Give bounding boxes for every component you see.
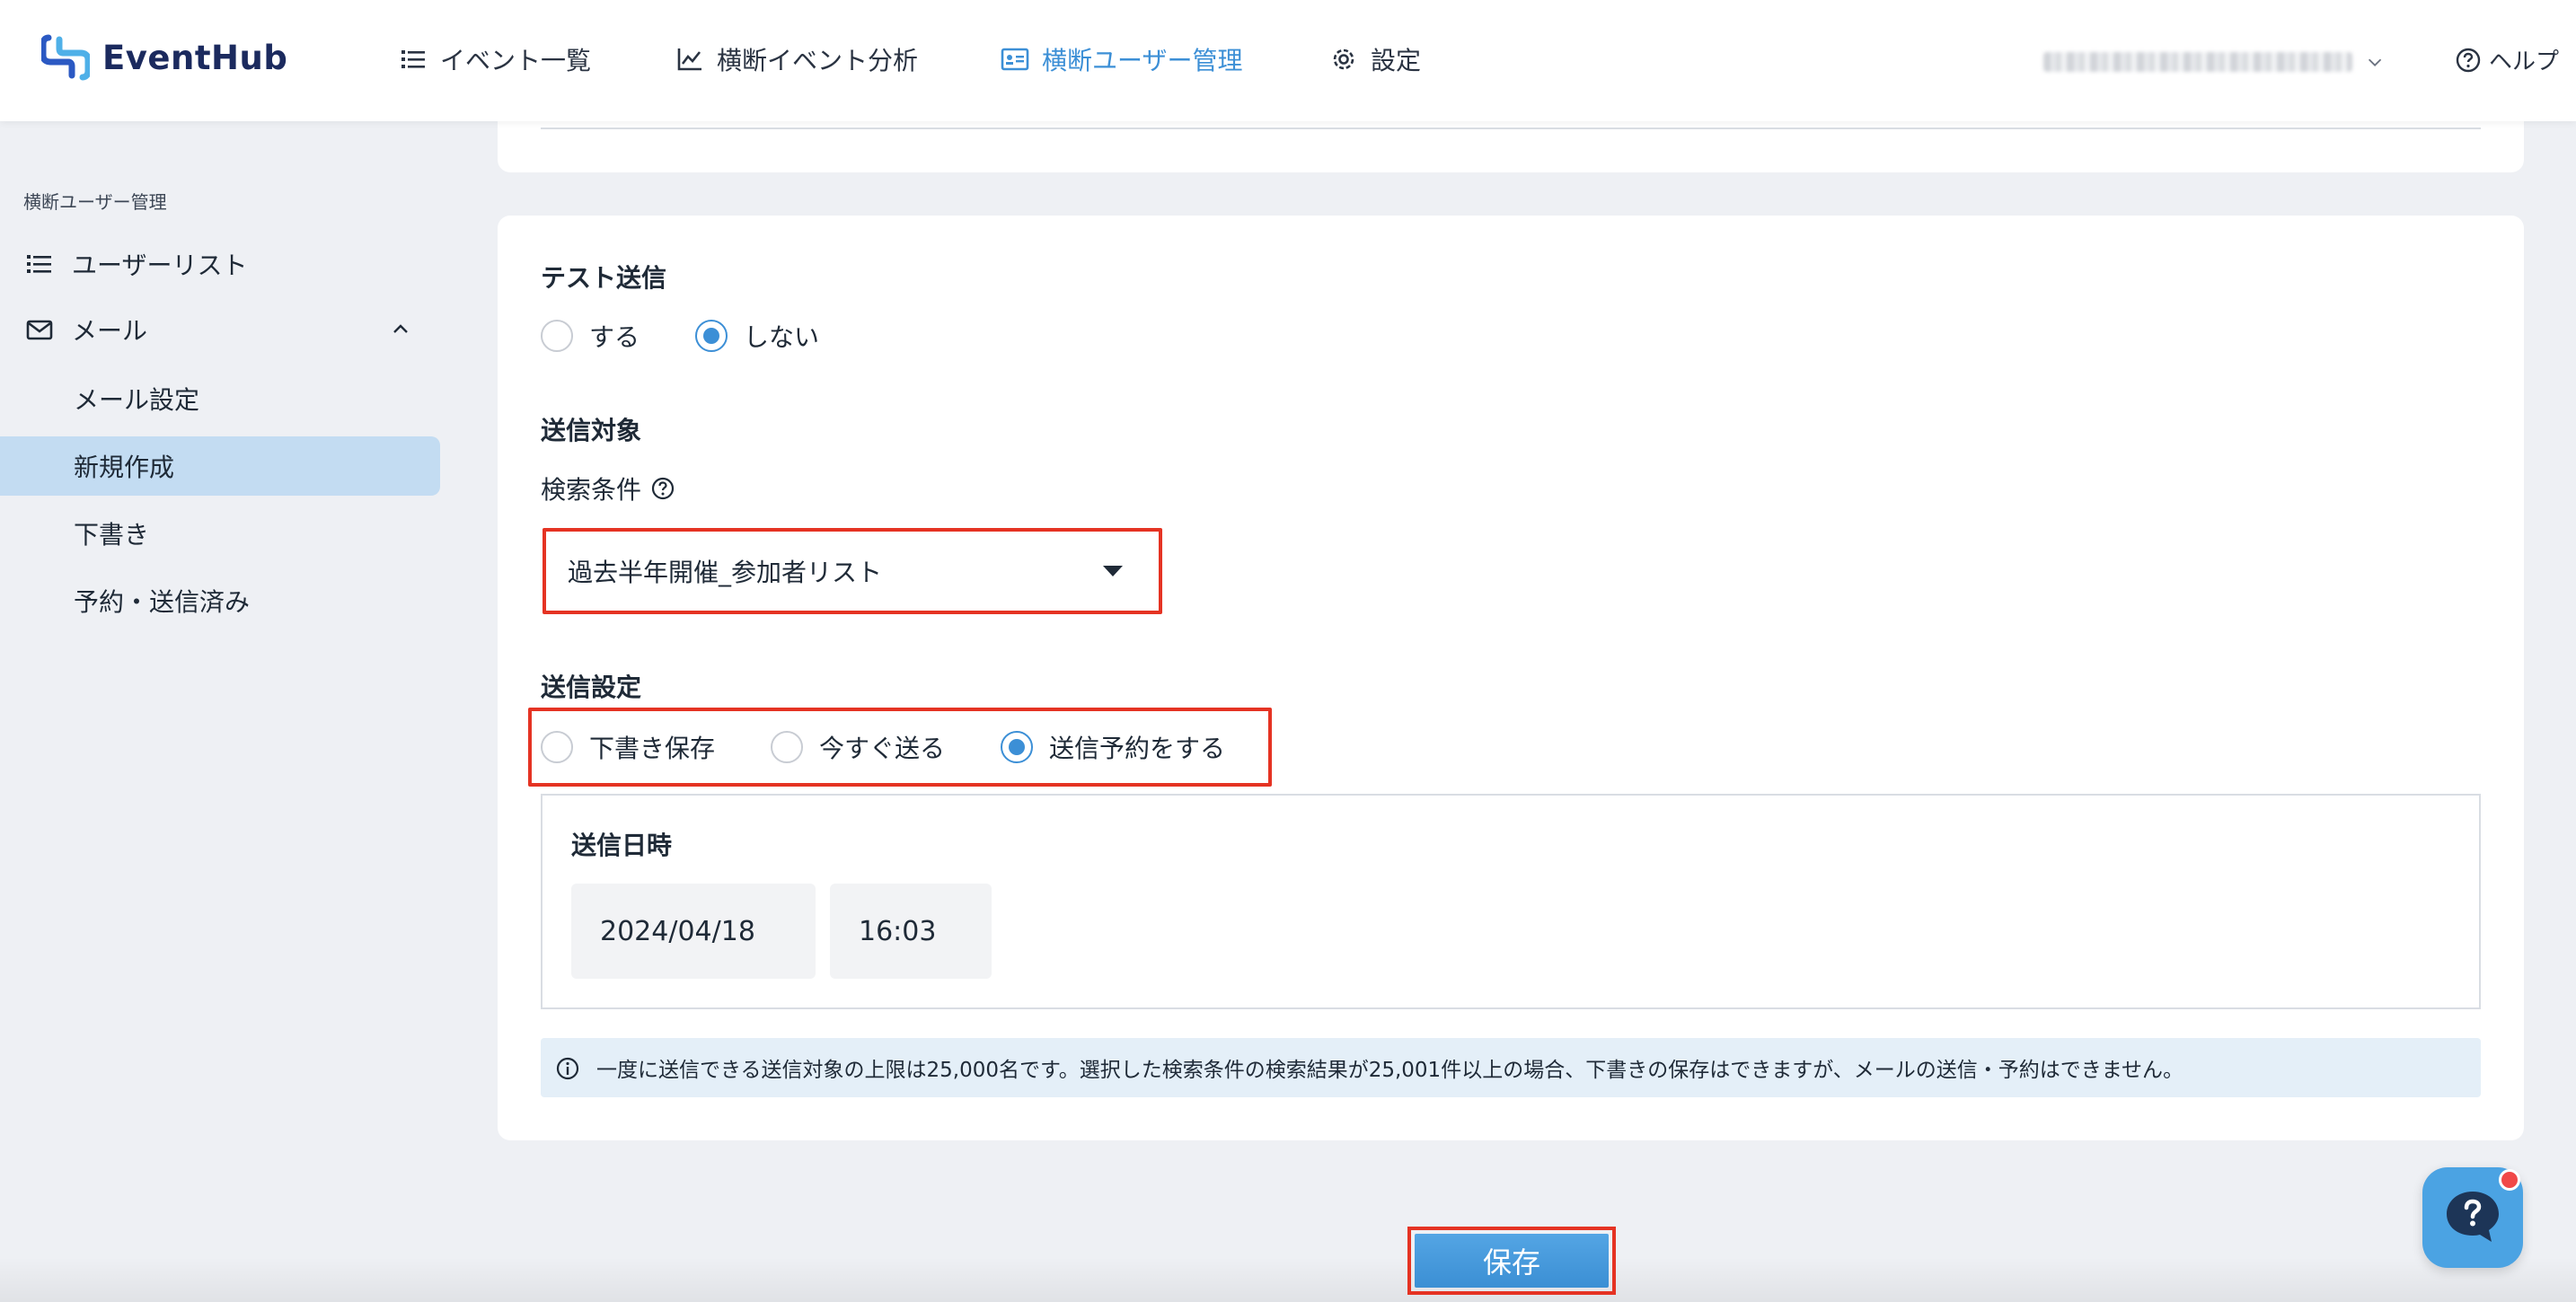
help-label: ヘルプ — [2489, 48, 2560, 75]
schedule-panel: 送信日時 2024/04/18 16:03 — [541, 794, 2481, 1009]
sidebar-item-mail[interactable]: メール — [0, 300, 440, 359]
gear-icon — [1333, 48, 1354, 70]
test-send-yes-radio[interactable]: する — [541, 318, 640, 354]
id-card-icon — [1001, 48, 1029, 71]
send-limit-notice: 一度に送信できる送信対象の上限は25,000名です。選択した検索条件の検索結果が… — [541, 1038, 2481, 1097]
mail-send-settings-card: テスト送信 する しない 送信対象 検索条件 過去半年開催_参加者リスト 送信設… — [498, 216, 2524, 1140]
radio-label: する — [589, 322, 640, 352]
send-setting-label: 送信設定 — [541, 673, 642, 702]
top-navigation: EventHub イベント一覧 横断イベント分析 横断ユーザー管理 設定 ヘルプ — [0, 0, 2576, 121]
chevron-down-icon — [2368, 58, 2382, 67]
radio-label: 送信予約をする — [1049, 734, 1226, 763]
help-link[interactable]: ヘルプ — [2455, 43, 2559, 76]
notification-badge — [2499, 1169, 2520, 1191]
list-icon — [401, 50, 425, 68]
radio-label: しない — [744, 322, 820, 352]
nav-label: 横断イベント分析 — [717, 46, 919, 75]
sidebar-title: 横断ユーザー管理 — [23, 191, 167, 213]
help-circle-icon[interactable] — [650, 476, 675, 501]
list-icon — [27, 255, 51, 273]
test-send-no-radio[interactable]: しない — [695, 318, 819, 354]
test-send-label: テスト送信 — [541, 263, 667, 293]
nav-label: イベント一覧 — [440, 46, 592, 75]
caret-down-icon — [1103, 566, 1123, 576]
save-draft-radio[interactable]: 下書き保存 — [541, 729, 715, 765]
info-icon — [556, 1057, 579, 1080]
sidebar: 横断ユーザー管理 ユーザーリスト メール メール設定 新規作成 下書き 予約・送… — [0, 121, 449, 1302]
logo[interactable]: EventHub — [41, 32, 287, 83]
nav-label: 横断ユーザー管理 — [1042, 46, 1243, 75]
logo-text: EventHub — [102, 38, 288, 77]
schedule-time-input[interactable]: 16:03 — [830, 884, 992, 979]
sidebar-item-drafts[interactable]: 下書き — [0, 504, 440, 563]
search-condition-text: 検索条件 — [541, 475, 642, 505]
save-button-highlight: 保存 — [1407, 1227, 1616, 1295]
sidebar-sub-label: メール設定 — [74, 385, 200, 415]
sidebar-item-label: メール — [72, 316, 148, 346]
selected-condition: 過去半年開催_参加者リスト — [568, 558, 883, 587]
sidebar-item-mail-settings[interactable]: メール設定 — [0, 369, 440, 428]
question-chat-icon — [2447, 1192, 2499, 1242]
nav-cross-user-management[interactable]: 横断ユーザー管理 — [1001, 41, 1242, 77]
search-condition-label: 検索条件 — [541, 471, 675, 506]
sidebar-item-label: ユーザーリスト — [72, 251, 248, 280]
account-menu[interactable] — [2043, 50, 2385, 74]
nav-event-list[interactable]: イベント一覧 — [399, 41, 591, 77]
schedule-send-radio[interactable]: 送信予約をする — [1001, 729, 1225, 765]
schedule-label: 送信日時 — [571, 831, 673, 860]
sidebar-sub-label: 予約・送信済み — [74, 587, 251, 617]
account-email-redacted — [2043, 52, 2352, 72]
radio-circle — [541, 320, 573, 352]
radio-circle-selected — [695, 320, 728, 352]
help-circle-icon — [2456, 48, 2481, 72]
eventhub-logo-icon — [41, 34, 90, 81]
nav-cross-event-analysis[interactable]: 横断イベント分析 — [675, 41, 918, 77]
sidebar-sub-label: 新規作成 — [74, 453, 175, 482]
sidebar-item-new-mail[interactable]: 新規作成 — [0, 436, 440, 496]
radio-circle — [771, 731, 803, 763]
radio-circle-selected — [1001, 731, 1033, 763]
chart-line-icon — [677, 48, 701, 71]
send-now-radio[interactable]: 今すぐ送る — [771, 729, 945, 765]
search-condition-select[interactable]: 過去半年開催_参加者リスト — [543, 528, 1162, 614]
sidebar-item-user-list[interactable]: ユーザーリスト — [0, 234, 440, 294]
schedule-date-input[interactable]: 2024/04/18 — [571, 884, 816, 979]
radio-label: 下書き保存 — [589, 734, 716, 763]
bottom-shade — [0, 1257, 2576, 1302]
sidebar-sub-label: 下書き — [74, 520, 150, 550]
nav-settings[interactable]: 設定 — [1329, 41, 1421, 77]
radio-label: 今すぐ送る — [819, 734, 946, 763]
send-target-label: 送信対象 — [541, 416, 642, 445]
radio-circle — [541, 731, 573, 763]
sidebar-item-scheduled-sent[interactable]: 予約・送信済み — [0, 571, 440, 630]
nav-label: 設定 — [1371, 46, 1422, 75]
mail-icon — [26, 320, 53, 340]
chevron-up-icon — [393, 324, 408, 333]
notice-text: 一度に送信できる送信対象の上限は25,000名です。選択した検索条件の検索結果が… — [596, 1059, 2184, 1082]
save-button[interactable]: 保存 — [1415, 1234, 1609, 1288]
previous-field-edge — [541, 126, 2481, 129]
